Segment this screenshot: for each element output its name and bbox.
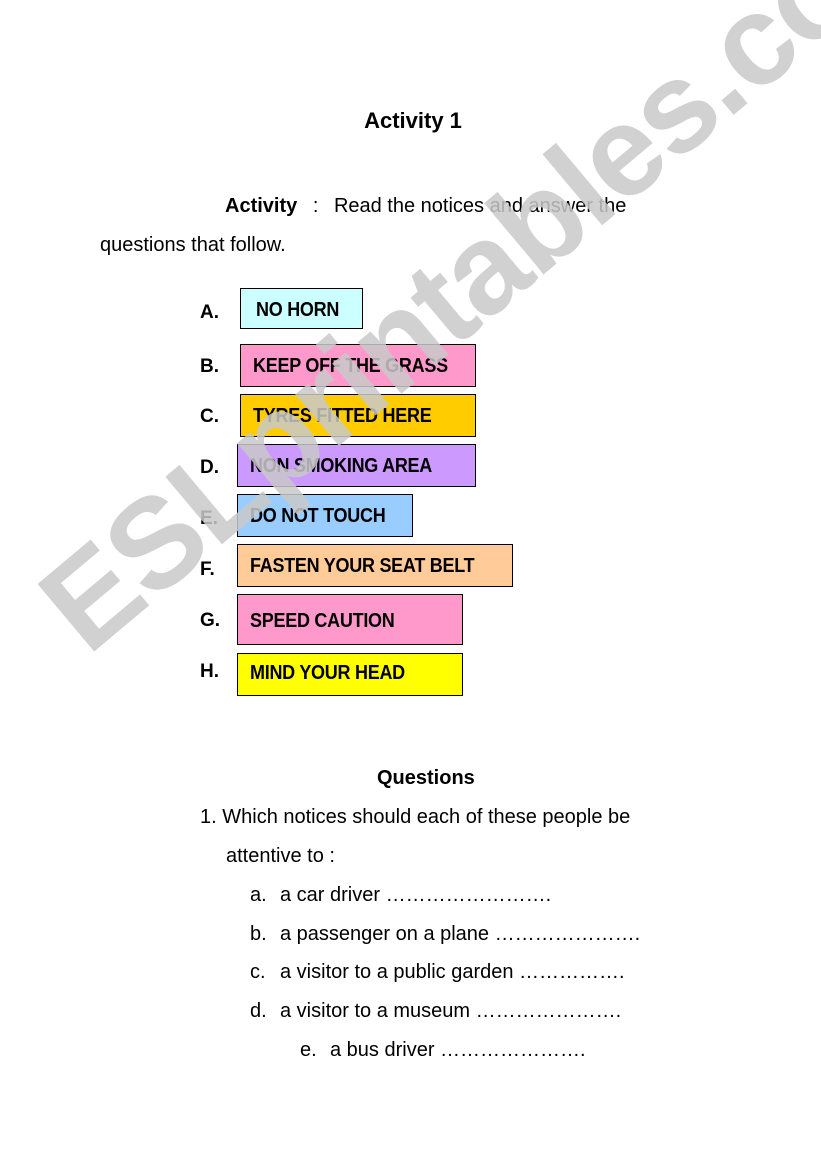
- notice-text: NON SMOKING AREA: [250, 455, 433, 477]
- question-item: d. a visitor to a museum ………………….: [250, 1000, 621, 1023]
- item-text: a visitor to a museum ………………….: [280, 1000, 622, 1022]
- notice-text: DO NOT TOUCH: [250, 505, 386, 527]
- notice-sign: NON SMOKING AREA: [237, 444, 476, 487]
- question-number: 1.: [200, 806, 217, 828]
- instruction-label: Activity: [225, 195, 298, 217]
- notice-text: NO HORN: [256, 299, 340, 321]
- page-title: Activity 1: [364, 108, 462, 133]
- question-1-continued: attentive to :: [226, 845, 335, 867]
- question-1: 1. Which notices should each of these pe…: [200, 806, 630, 829]
- notice-letter: C.: [200, 406, 219, 427]
- notice-letter: B.: [200, 356, 219, 377]
- notice-sign: NO HORN: [240, 288, 363, 329]
- question-item: a. a car driver …………………….: [250, 884, 551, 907]
- notice-letter: F.: [200, 559, 215, 580]
- notice-letter: G.: [200, 610, 221, 631]
- item-text: a car driver …………………….: [280, 884, 552, 906]
- notice-letter: H.: [200, 661, 219, 682]
- notice-sign: MIND YOUR HEAD: [237, 653, 463, 696]
- worksheet-page: Activity 1 Activity : Read the notices a…: [0, 0, 821, 1169]
- question-item: c. a visitor to a public garden …………….: [250, 961, 625, 984]
- notice-sign: TYRES FITTED HERE: [240, 394, 476, 437]
- notice-letter: D.: [200, 457, 219, 478]
- question-item: e. a bus driver ………………….: [300, 1039, 586, 1062]
- notice-text: MIND YOUR HEAD: [250, 662, 405, 684]
- item-letter: a.: [250, 884, 267, 906]
- item-text: a passenger on a plane ………………….: [280, 923, 641, 945]
- notice-text: SPEED CAUTION: [250, 610, 395, 632]
- instruction-text: Read the notices and answer the: [333, 195, 627, 217]
- instruction-line-2: questions that follow.: [100, 234, 286, 256]
- notice-letter: E.: [200, 508, 218, 529]
- instruction-separator: :: [312, 195, 319, 217]
- item-letter: c.: [250, 961, 266, 983]
- notice-letter: A.: [200, 302, 219, 323]
- notice-text: KEEP OFF THE GRASS: [253, 355, 448, 377]
- notice-sign: SPEED CAUTION: [237, 594, 463, 645]
- question-item: b. a passenger on a plane ………………….: [250, 923, 640, 946]
- notice-text: TYRES FITTED HERE: [253, 405, 432, 427]
- question-text: Which notices should each of these peopl…: [222, 806, 631, 828]
- notice-sign: FASTEN YOUR SEAT BELT: [237, 544, 513, 587]
- item-letter: e.: [300, 1039, 317, 1061]
- item-letter: d.: [250, 1000, 267, 1022]
- questions-heading: Questions: [377, 767, 475, 789]
- item-letter: b.: [250, 923, 267, 945]
- item-text: a visitor to a public garden …………….: [280, 961, 625, 983]
- notice-sign: KEEP OFF THE GRASS: [240, 344, 476, 387]
- notice-text: FASTEN YOUR SEAT BELT: [250, 555, 475, 577]
- notice-sign: DO NOT TOUCH: [237, 494, 413, 537]
- item-text: a bus driver ………………….: [330, 1039, 586, 1061]
- instruction-line-1: Activity : Read the notices and answer t…: [225, 195, 626, 218]
